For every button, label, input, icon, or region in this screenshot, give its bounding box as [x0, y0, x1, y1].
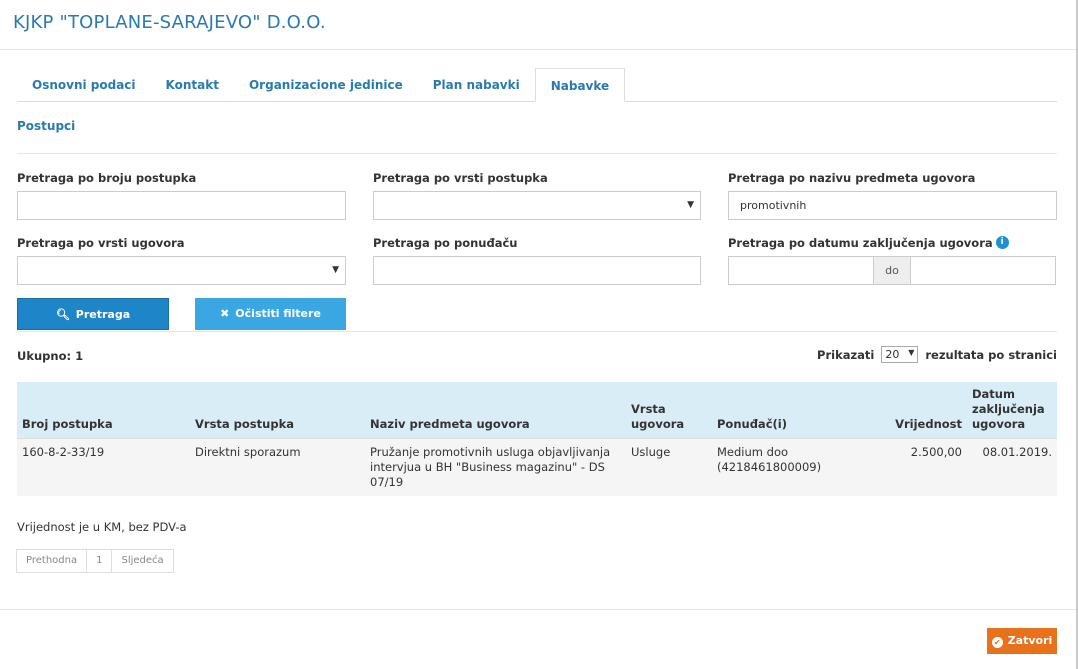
table-header-row: Broj postupka Vrsta postupka Naziv predm…: [17, 382, 1057, 439]
section-title: Postupci: [17, 119, 76, 133]
show-label: Prikazati: [817, 347, 875, 362]
column-header[interactable]: Vrsta postupka: [190, 382, 365, 439]
column-header[interactable]: Datum zaključenja ugovora: [967, 382, 1057, 439]
filter-form: Pretraga po broju postupka Pretraga po v…: [17, 154, 1057, 334]
search-button[interactable]: 🔍︎ Pretraga: [17, 298, 169, 330]
tab-bar: Osnovni podaci Kontakt Organizacione jed…: [17, 68, 1057, 102]
close-button[interactable]: ✔ Zatvori: [987, 628, 1057, 654]
tab-organizacione-jedinice[interactable]: Organizacione jedinice: [234, 68, 418, 102]
vrsta-ugovora-select[interactable]: ▼: [17, 256, 346, 285]
column-header[interactable]: Broj postupka: [17, 382, 190, 439]
caret-down-icon: ▼: [908, 348, 915, 357]
close-icon: ✖: [220, 307, 230, 320]
filter-datum: Pretraga po datumu zaključenja ugovora i …: [728, 236, 1057, 285]
filter-label-row: Pretraga po datumu zaključenja ugovora i: [728, 236, 1057, 250]
caret-down-icon: ▼: [687, 200, 694, 210]
tab-kontakt[interactable]: Kontakt: [151, 68, 234, 102]
broj-postupka-input[interactable]: [17, 191, 346, 220]
filter-label: Pretraga po datumu zaključenja ugovora: [728, 236, 993, 250]
search-button-label: Pretraga: [75, 308, 131, 321]
pagination-next[interactable]: Sljedeća: [111, 549, 174, 573]
footer-divider: [0, 609, 1076, 610]
filter-label: Pretraga po ponuđaču: [373, 236, 518, 250]
date-range: do: [728, 256, 1057, 285]
filter-ponudjac: Pretraga po ponuđaču: [373, 236, 701, 285]
table-row[interactable]: 160-8-2-33/19 Direktni sporazum Pružanje…: [17, 438, 1057, 496]
filter-naziv-predmeta: Pretraga po nazivu predmeta ugovora prom…: [728, 171, 1057, 220]
per-page-value: 20: [885, 348, 900, 361]
per-page-select[interactable]: 20 ▼: [881, 346, 919, 363]
tab-osnovni-podaci[interactable]: Osnovni podaci: [17, 68, 151, 102]
close-button-label: Zatvori: [1007, 634, 1053, 647]
total-count: Ukupno: 1: [17, 349, 84, 363]
results-table: Broj postupka Vrsta postupka Naziv predm…: [17, 382, 1057, 496]
pagination: Prethodna 1 Sljedeća: [16, 549, 174, 573]
tab-plan-nabavki[interactable]: Plan nabavki: [418, 68, 535, 102]
per-page-control: Prikazati 20 ▼ rezultata po stranici: [817, 346, 1057, 363]
naziv-predmeta-input[interactable]: promotivnih: [728, 191, 1057, 220]
filter-label: Pretraga po vrsti ugovora: [17, 236, 185, 250]
filter-label: Pretraga po broju postupka: [17, 171, 197, 185]
cell-vrsta-postupka: Direktni sporazum: [190, 438, 365, 496]
column-header[interactable]: Ponuđač(i): [712, 382, 852, 439]
vrsta-postupka-select[interactable]: ▼: [373, 191, 701, 220]
clear-filters-label: Očistiti filtere: [235, 307, 321, 320]
value-note: Vrijednost je u KM, bez PDV-a: [17, 520, 187, 534]
modal-body: Osnovni podaci Kontakt Organizacione jed…: [17, 68, 1057, 496]
caret-down-icon: ▼: [332, 265, 339, 275]
cell-datum: 08.01.2019.: [967, 438, 1057, 496]
filter-label: Pretraga po vrsti postupka: [373, 171, 548, 185]
date-separator: do: [874, 256, 910, 285]
search-icon: 🔍︎: [55, 308, 70, 321]
column-header[interactable]: Naziv predmeta ugovora: [365, 382, 626, 439]
filter-label: Pretraga po nazivu predmeta ugovora: [728, 171, 976, 185]
column-header[interactable]: Vrijednost: [852, 382, 967, 439]
modal-header: KJKP "TOPLANE-SARAJEVO" D.O.O.: [0, 0, 1078, 50]
ponudjac-input[interactable]: [373, 256, 701, 285]
tab-nabavke[interactable]: Nabavke: [534, 68, 626, 102]
cell-vrsta-ugovora: Usluge: [626, 438, 712, 496]
clear-filters-button[interactable]: ✖ Očistiti filtere: [195, 298, 346, 330]
pagination-page[interactable]: 1: [86, 549, 113, 573]
check-circle-icon: ✔: [991, 637, 1003, 648]
cell-broj-postupka: 160-8-2-33/19: [17, 438, 190, 496]
column-header[interactable]: Vrsta ugovora: [626, 382, 712, 439]
per-page-suffix: rezultata po stranici: [925, 347, 1057, 362]
filter-vrsta-postupka: Pretraga po vrsti postupka ▼: [373, 171, 701, 220]
filter-vrsta-ugovora: Pretraga po vrsti ugovora ▼: [17, 236, 346, 285]
cell-ponudjac: Medium doo (4218461800009): [712, 438, 852, 496]
page-title: KJKP "TOPLANE-SARAJEVO" D.O.O.: [13, 12, 326, 33]
info-icon[interactable]: i: [995, 236, 1009, 249]
pagination-prev[interactable]: Prethodna: [16, 549, 88, 573]
results-summary: Ukupno: 1 Prikazati 20 ▼ rezultata po str…: [17, 332, 1057, 382]
cell-naziv-predmeta: Pružanje promotivnih usluga objavljivanj…: [365, 438, 626, 496]
date-from-input[interactable]: [728, 256, 874, 285]
date-to-input[interactable]: [910, 256, 1056, 285]
cell-vrijednost: 2.500,00: [852, 438, 967, 496]
filter-broj-postupka: Pretraga po broju postupka: [17, 171, 346, 220]
